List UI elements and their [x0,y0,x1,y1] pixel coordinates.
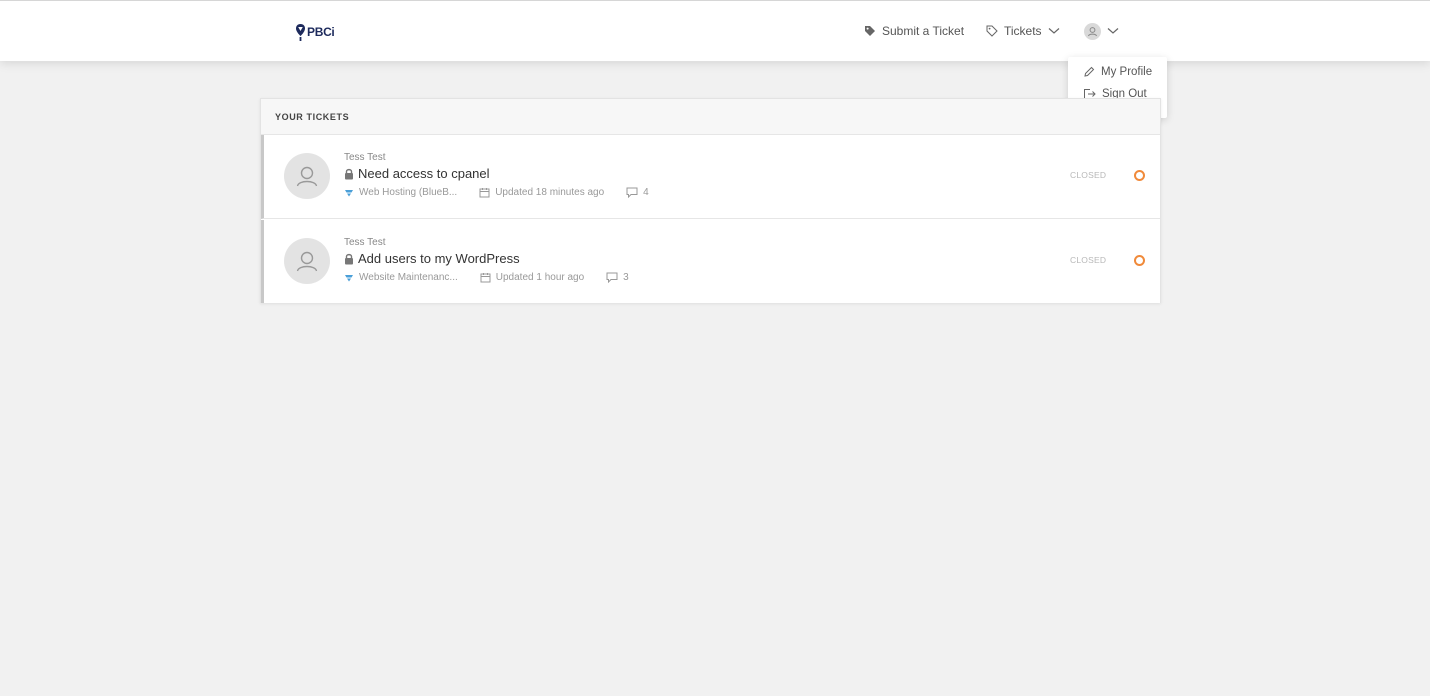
pencil-icon [1084,66,1095,77]
ticket-subject-text: Need access to cpanel [358,166,490,181]
category-icon [345,189,353,196]
logo-mark-icon [296,23,305,41]
lock-icon [345,168,353,179]
brand-logo[interactable]: PBCi [295,22,335,42]
tag-outline-icon [986,25,998,37]
status-indicator-icon [1134,255,1145,266]
ticket-status: CLOSED [1070,255,1107,265]
top-navbar: PBCi Submit a Ticket Tickets [0,0,1430,61]
ticket-row[interactable]: Tess Test Need access to cpanel Web Host… [261,135,1160,219]
ticket-comment-count: 4 [643,187,649,198]
chevron-down-icon [1048,28,1059,34]
user-avatar [1084,22,1101,40]
ticket-author: Tess Test [344,152,386,163]
my-profile-label: My Profile [1101,66,1153,78]
ticket-author: Tess Test [344,237,386,248]
ticket-meta: Web Hosting (BlueB... Updated 18 minutes… [344,187,649,198]
ticket-status: CLOSED [1070,170,1107,180]
ticket-category: Web Hosting (BlueB... [359,187,458,198]
ticket-subject-text: Add users to my WordPress [358,251,520,266]
submit-ticket-link[interactable]: Submit a Ticket [864,22,964,40]
ticket-subject[interactable]: Need access to cpanel [344,166,490,181]
ticket-updated: Updated 18 minutes ago [495,187,605,198]
logo-text: PBCi [307,25,335,39]
chevron-down-icon [1107,28,1119,34]
ticket-updated: Updated 1 hour ago [495,272,585,283]
submit-ticket-label: Submit a Ticket [882,24,965,38]
my-profile-link[interactable]: My Profile [1083,66,1152,78]
ticket-row[interactable]: Tess Test Add users to my WordPress Webs… [261,220,1160,303]
category-icon [345,274,353,281]
lock-icon [345,253,353,264]
user-icon [296,251,318,272]
user-menu-toggle[interactable] [1084,22,1119,40]
calendar-icon [480,273,491,283]
ticket-comment-count: 3 [623,272,629,283]
tickets-menu[interactable]: Tickets [986,22,1060,40]
user-icon [1088,26,1097,36]
comment-icon [626,187,638,198]
tickets-panel-header: YOUR TICKETS [261,99,1160,135]
calendar-icon [479,188,490,198]
requester-avatar [284,238,330,284]
tickets-menu-label: Tickets [1004,24,1042,38]
panel-title: YOUR TICKETS [275,112,350,122]
ticket-meta: Website Maintenanc... Updated 1 hour ago… [344,272,629,283]
comment-icon [606,272,618,283]
status-indicator-icon [1134,170,1145,181]
tag-filled-icon [865,26,875,36]
requester-avatar [284,153,330,199]
tickets-panel: YOUR TICKETS Tess Test Need access to cp… [260,98,1161,303]
user-icon [296,166,318,187]
ticket-subject[interactable]: Add users to my WordPress [344,251,520,266]
ticket-category: Website Maintenanc... [359,272,458,283]
